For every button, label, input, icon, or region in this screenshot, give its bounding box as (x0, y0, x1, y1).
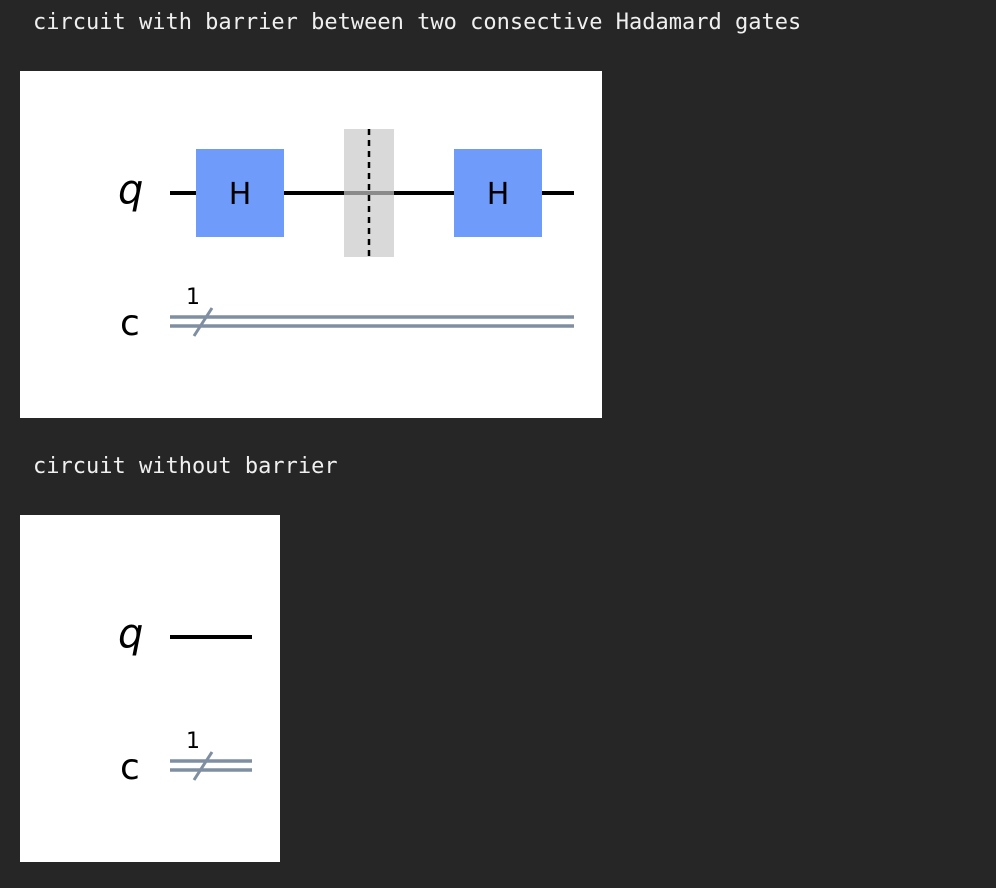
caption-without-barrier: circuit without barrier (33, 454, 338, 479)
circuit-diagram-without-barrier: q c 1 (20, 515, 280, 862)
quantum-register-label: q (118, 611, 143, 657)
classical-bit-count: 1 (186, 285, 200, 310)
caption-with-barrier: circuit with barrier between two consect… (33, 10, 802, 35)
classical-register-label: c (120, 303, 140, 344)
hadamard-gate-2-label: H (487, 177, 510, 212)
circuit-svg-with-barrier: q H H c 1 (118, 129, 574, 344)
classical-bit-slash (192, 307, 214, 337)
hadamard-gate-1-label: H (229, 177, 252, 212)
circuit-diagram-with-barrier: q H H c 1 (20, 71, 602, 418)
classical-bit-count: 1 (186, 729, 200, 754)
classical-bit-slash (192, 751, 214, 781)
circuit-svg-without-barrier: q c 1 (118, 611, 252, 788)
classical-register-label: c (120, 747, 140, 788)
quantum-register-label: q (118, 167, 143, 213)
